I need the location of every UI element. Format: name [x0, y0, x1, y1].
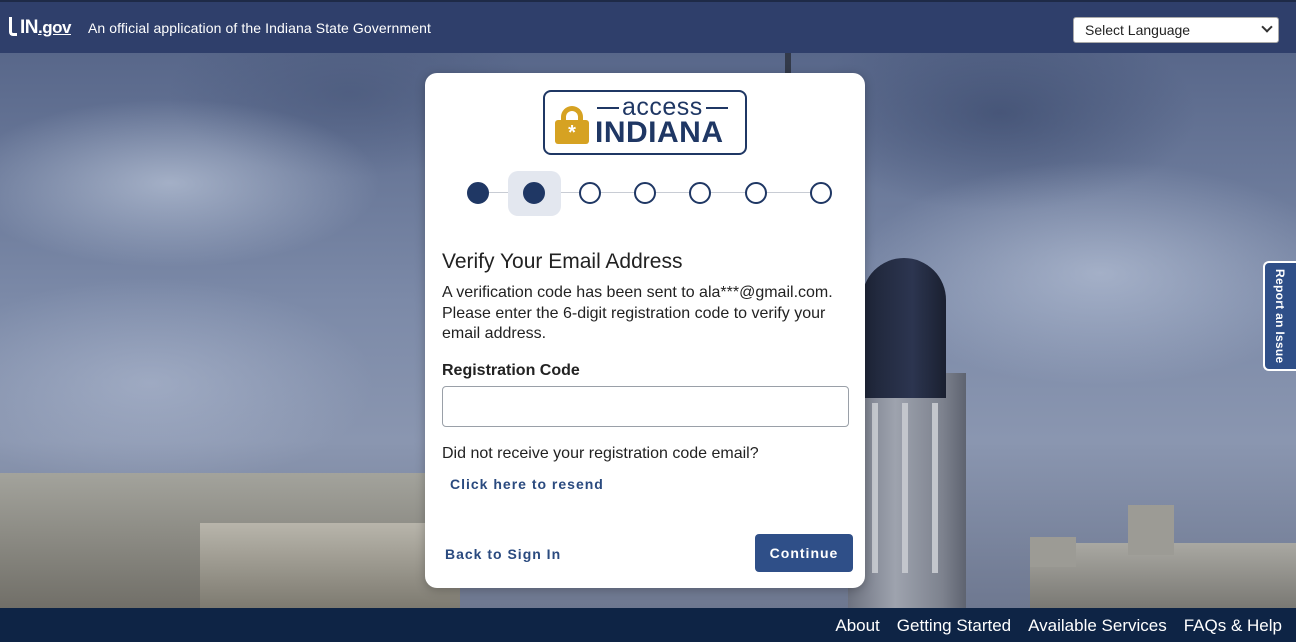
dome	[862, 258, 946, 398]
report-issue-tab[interactable]: Report an Issue	[1263, 261, 1296, 371]
step-2	[523, 182, 545, 204]
language-select[interactable]: Select Language	[1073, 17, 1279, 43]
footer-nav: About Getting Started Available Services…	[835, 616, 1282, 636]
footer-link-about[interactable]: About	[835, 616, 879, 636]
footer-link-available-services[interactable]: Available Services	[1028, 616, 1167, 636]
footer: About Getting Started Available Services…	[0, 608, 1296, 642]
step-5	[689, 182, 711, 204]
column	[902, 403, 908, 573]
resend-link[interactable]: Click here to resend	[450, 476, 604, 492]
registration-code-input[interactable]	[442, 386, 849, 427]
progress-stepper	[425, 170, 865, 216]
step-7	[810, 182, 832, 204]
header-tagline: An official application of the Indiana S…	[87, 19, 431, 36]
step-6	[745, 182, 767, 204]
step-1	[467, 182, 489, 204]
report-issue-label: Report an Issue	[1273, 269, 1287, 364]
access-indiana-logo: * access INDIANA	[543, 90, 747, 155]
chimney	[1128, 505, 1174, 555]
lock-icon: *	[555, 106, 589, 144]
ingov-logo-icon	[9, 17, 17, 36]
column	[872, 403, 878, 573]
no-receive-text: Did not receive your registration code e…	[442, 445, 759, 462]
chimney	[1030, 537, 1076, 567]
verify-email-card: * access INDIANA Verify Your Email Addre…	[425, 73, 865, 588]
flagpole	[785, 53, 791, 75]
logo-indiana-text: INDIANA	[595, 116, 724, 149]
step-4	[634, 182, 656, 204]
continue-button[interactable]: Continue	[755, 534, 853, 572]
ingov-logo[interactable]: IN .gov	[9, 17, 71, 39]
registration-code-label: Registration Code	[442, 362, 580, 379]
building-left-front	[200, 523, 460, 608]
logo-suffix: .gov	[38, 17, 71, 37]
language-select-value: Select Language	[1085, 22, 1191, 38]
chevron-down-icon	[1261, 21, 1273, 33]
logo-text: IN	[20, 16, 39, 38]
description-text: A verification code has been sent to ala…	[442, 284, 833, 342]
top-header: IN .gov An official application of the In…	[0, 0, 1296, 53]
step-3	[579, 182, 601, 204]
footer-link-getting-started[interactable]: Getting Started	[897, 616, 1011, 636]
page-title: Verify Your Email Address	[442, 250, 683, 273]
back-to-sign-in-link[interactable]: Back to Sign In	[445, 546, 561, 562]
column	[932, 403, 938, 573]
footer-link-faqs-help[interactable]: FAQs & Help	[1184, 616, 1282, 636]
